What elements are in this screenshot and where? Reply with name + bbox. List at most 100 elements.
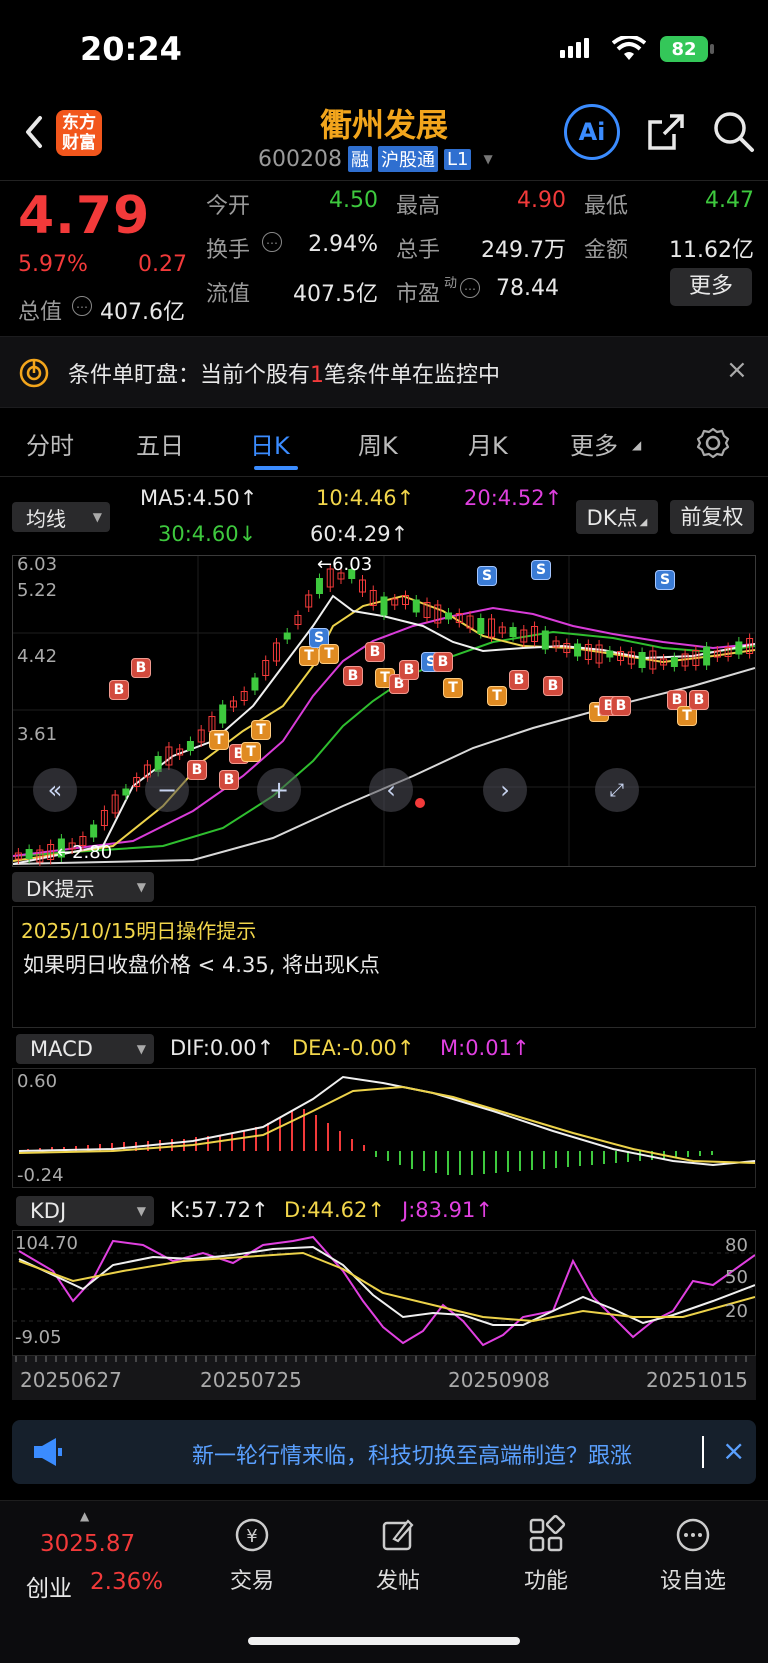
nav-post[interactable]: 发帖	[358, 1515, 438, 1615]
tab-active-indicator	[254, 466, 298, 470]
macd-histogram-bar	[279, 1117, 281, 1151]
kdj-k: K:57.72↑	[170, 1198, 269, 1222]
macd-histogram-bar	[603, 1151, 605, 1164]
sell-signal[interactable]: S	[655, 570, 675, 590]
nav-watchlist[interactable]: 设自选	[648, 1515, 738, 1615]
buy-signal[interactable]: B	[365, 642, 385, 662]
macd-dropdown[interactable]: MACD ▼	[16, 1034, 154, 1064]
dk-tip-date: 2025/10/15明日操作提示	[21, 919, 257, 943]
tab-weekly-k[interactable]: 周K	[358, 426, 398, 461]
kdj-j: J:83.91↑	[402, 1198, 493, 1222]
candle-body	[735, 641, 743, 655]
t-signal[interactable]: T	[251, 720, 271, 740]
buy-signal[interactable]: B	[433, 652, 453, 672]
kline-chart[interactable]: 6.03 5.22 4.42 3.61 ←6.03 ←2.80 B B B T …	[12, 554, 756, 867]
t-signal[interactable]: T	[443, 678, 463, 698]
expand-icon[interactable]: ⤢	[595, 768, 639, 812]
buy-signal[interactable]: B	[131, 658, 151, 678]
tab-more[interactable]: 更多	[570, 426, 618, 461]
indicator-dropdown-label: 均线	[26, 506, 66, 531]
candle-body	[412, 599, 420, 613]
ma60-value: 60:4.29↑	[310, 522, 409, 546]
t-signal[interactable]: T	[319, 644, 339, 664]
macd-histogram-bar	[231, 1133, 233, 1151]
t-signal[interactable]: T	[209, 730, 229, 750]
macd-histogram-bar	[483, 1151, 485, 1174]
sell-signal[interactable]: S	[477, 566, 497, 586]
search-icon[interactable]	[712, 110, 756, 154]
buy-signal[interactable]: B	[689, 690, 709, 710]
close-icon[interactable]: ×	[722, 1434, 745, 1467]
low-price-marker: ←2.80	[57, 842, 113, 863]
macd-histogram-bar	[375, 1151, 377, 1157]
news-banner[interactable]: 新一轮行情来临，科技切换至高端制造？跟涨 ×	[12, 1420, 756, 1484]
buy-signal[interactable]: B	[187, 760, 207, 780]
nav-trade-label: 交易	[229, 1569, 274, 1594]
info-icon[interactable]: …	[262, 232, 282, 252]
macd-histogram-bar	[315, 1115, 317, 1151]
macd-dif: DIF:0.00↑	[170, 1036, 275, 1060]
chevron-down-icon: ▼	[483, 152, 493, 166]
low-label: 最低	[584, 194, 629, 219]
high-label: 最高	[396, 194, 441, 219]
ma10-value: 10:4.46↑	[316, 486, 415, 510]
nav-functions-label: 功能	[523, 1569, 568, 1594]
ma5-value: MA5:4.50↑	[140, 486, 258, 510]
buy-signal[interactable]: B	[399, 660, 419, 680]
sell-signal[interactable]: S	[531, 560, 551, 580]
indicator-dropdown[interactable]: 均线 ▼	[12, 502, 110, 532]
y-label-4: 3.61	[17, 724, 58, 745]
tab-daily-k[interactable]: 日K	[250, 426, 290, 461]
tab-five-day[interactable]: 五日	[136, 426, 184, 461]
t-signal[interactable]: T	[241, 742, 261, 762]
settings-gear-icon[interactable]	[696, 426, 730, 460]
turnover-label: 换手	[206, 238, 251, 263]
index-ticker[interactable]: ▲ 3025.87 创业 2.36%	[18, 1509, 188, 1619]
candle-body	[541, 630, 549, 650]
nav-trade[interactable]: ¥ 交易	[212, 1515, 292, 1615]
kdj-dropdown[interactable]: KDJ ▼	[16, 1196, 154, 1226]
macd-dropdown-label: MACD	[30, 1037, 93, 1061]
x-date-2: 20250725	[200, 1368, 302, 1392]
buy-signal[interactable]: B	[611, 696, 631, 716]
t-signal[interactable]: T	[487, 686, 507, 706]
info-icon[interactable]: …	[72, 296, 92, 316]
minus-icon[interactable]: −	[145, 768, 189, 812]
more-button[interactable]: 更多	[670, 268, 752, 306]
zoom-out-icon[interactable]: «	[33, 768, 77, 812]
candle-body	[445, 612, 453, 620]
plus-icon[interactable]: +	[257, 768, 301, 812]
caret-down-icon: ▼	[136, 1204, 146, 1218]
adjust-button[interactable]: 前复权	[670, 500, 754, 534]
buy-signal[interactable]: B	[543, 676, 563, 696]
dk-tip-dropdown[interactable]: DK提示 ▼	[12, 872, 154, 902]
index-change: 2.36%	[90, 1569, 164, 1595]
battery-icon: 82	[660, 36, 708, 62]
volume-label: 总手	[396, 238, 441, 263]
macd-chart[interactable]: 0.60 -0.24	[12, 1068, 756, 1188]
condition-notice[interactable]: 条件单盯盘：当前个股有1笔条件单在监控中 ×	[0, 336, 768, 408]
close-icon[interactable]: ×	[726, 355, 748, 385]
candle-body	[703, 646, 711, 666]
dk-point-button[interactable]: DK点 ◢	[576, 500, 658, 534]
tab-monthly-k[interactable]: 月K	[468, 426, 508, 461]
macd-histogram-bar	[291, 1111, 293, 1151]
buy-signal[interactable]: B	[343, 666, 363, 686]
next-icon[interactable]: ›	[483, 768, 527, 812]
ma20-value: 20:4.52↑	[464, 486, 563, 510]
info-icon[interactable]: …	[460, 278, 480, 298]
stock-code-row[interactable]: 600208 融 沪股通 L1 ▼	[258, 146, 493, 172]
low-value: 4.47	[705, 188, 754, 213]
buy-signal[interactable]: B	[219, 770, 239, 790]
macd-y-bottom: -0.24	[17, 1165, 64, 1186]
t-signal[interactable]: T	[299, 646, 319, 666]
ai-icon[interactable]: Ai	[564, 104, 620, 160]
buy-signal[interactable]: B	[509, 670, 529, 690]
nav-functions[interactable]: 功能	[506, 1514, 586, 1615]
tab-intraday[interactable]: 分时	[26, 426, 74, 461]
share-icon[interactable]	[646, 112, 686, 152]
macd-histogram-bar	[687, 1151, 689, 1157]
buy-signal[interactable]: B	[109, 680, 129, 700]
prev-icon[interactable]: ‹	[369, 768, 413, 812]
kdj-chart[interactable]: 104.70 -9.05 80 50 20	[12, 1230, 756, 1356]
